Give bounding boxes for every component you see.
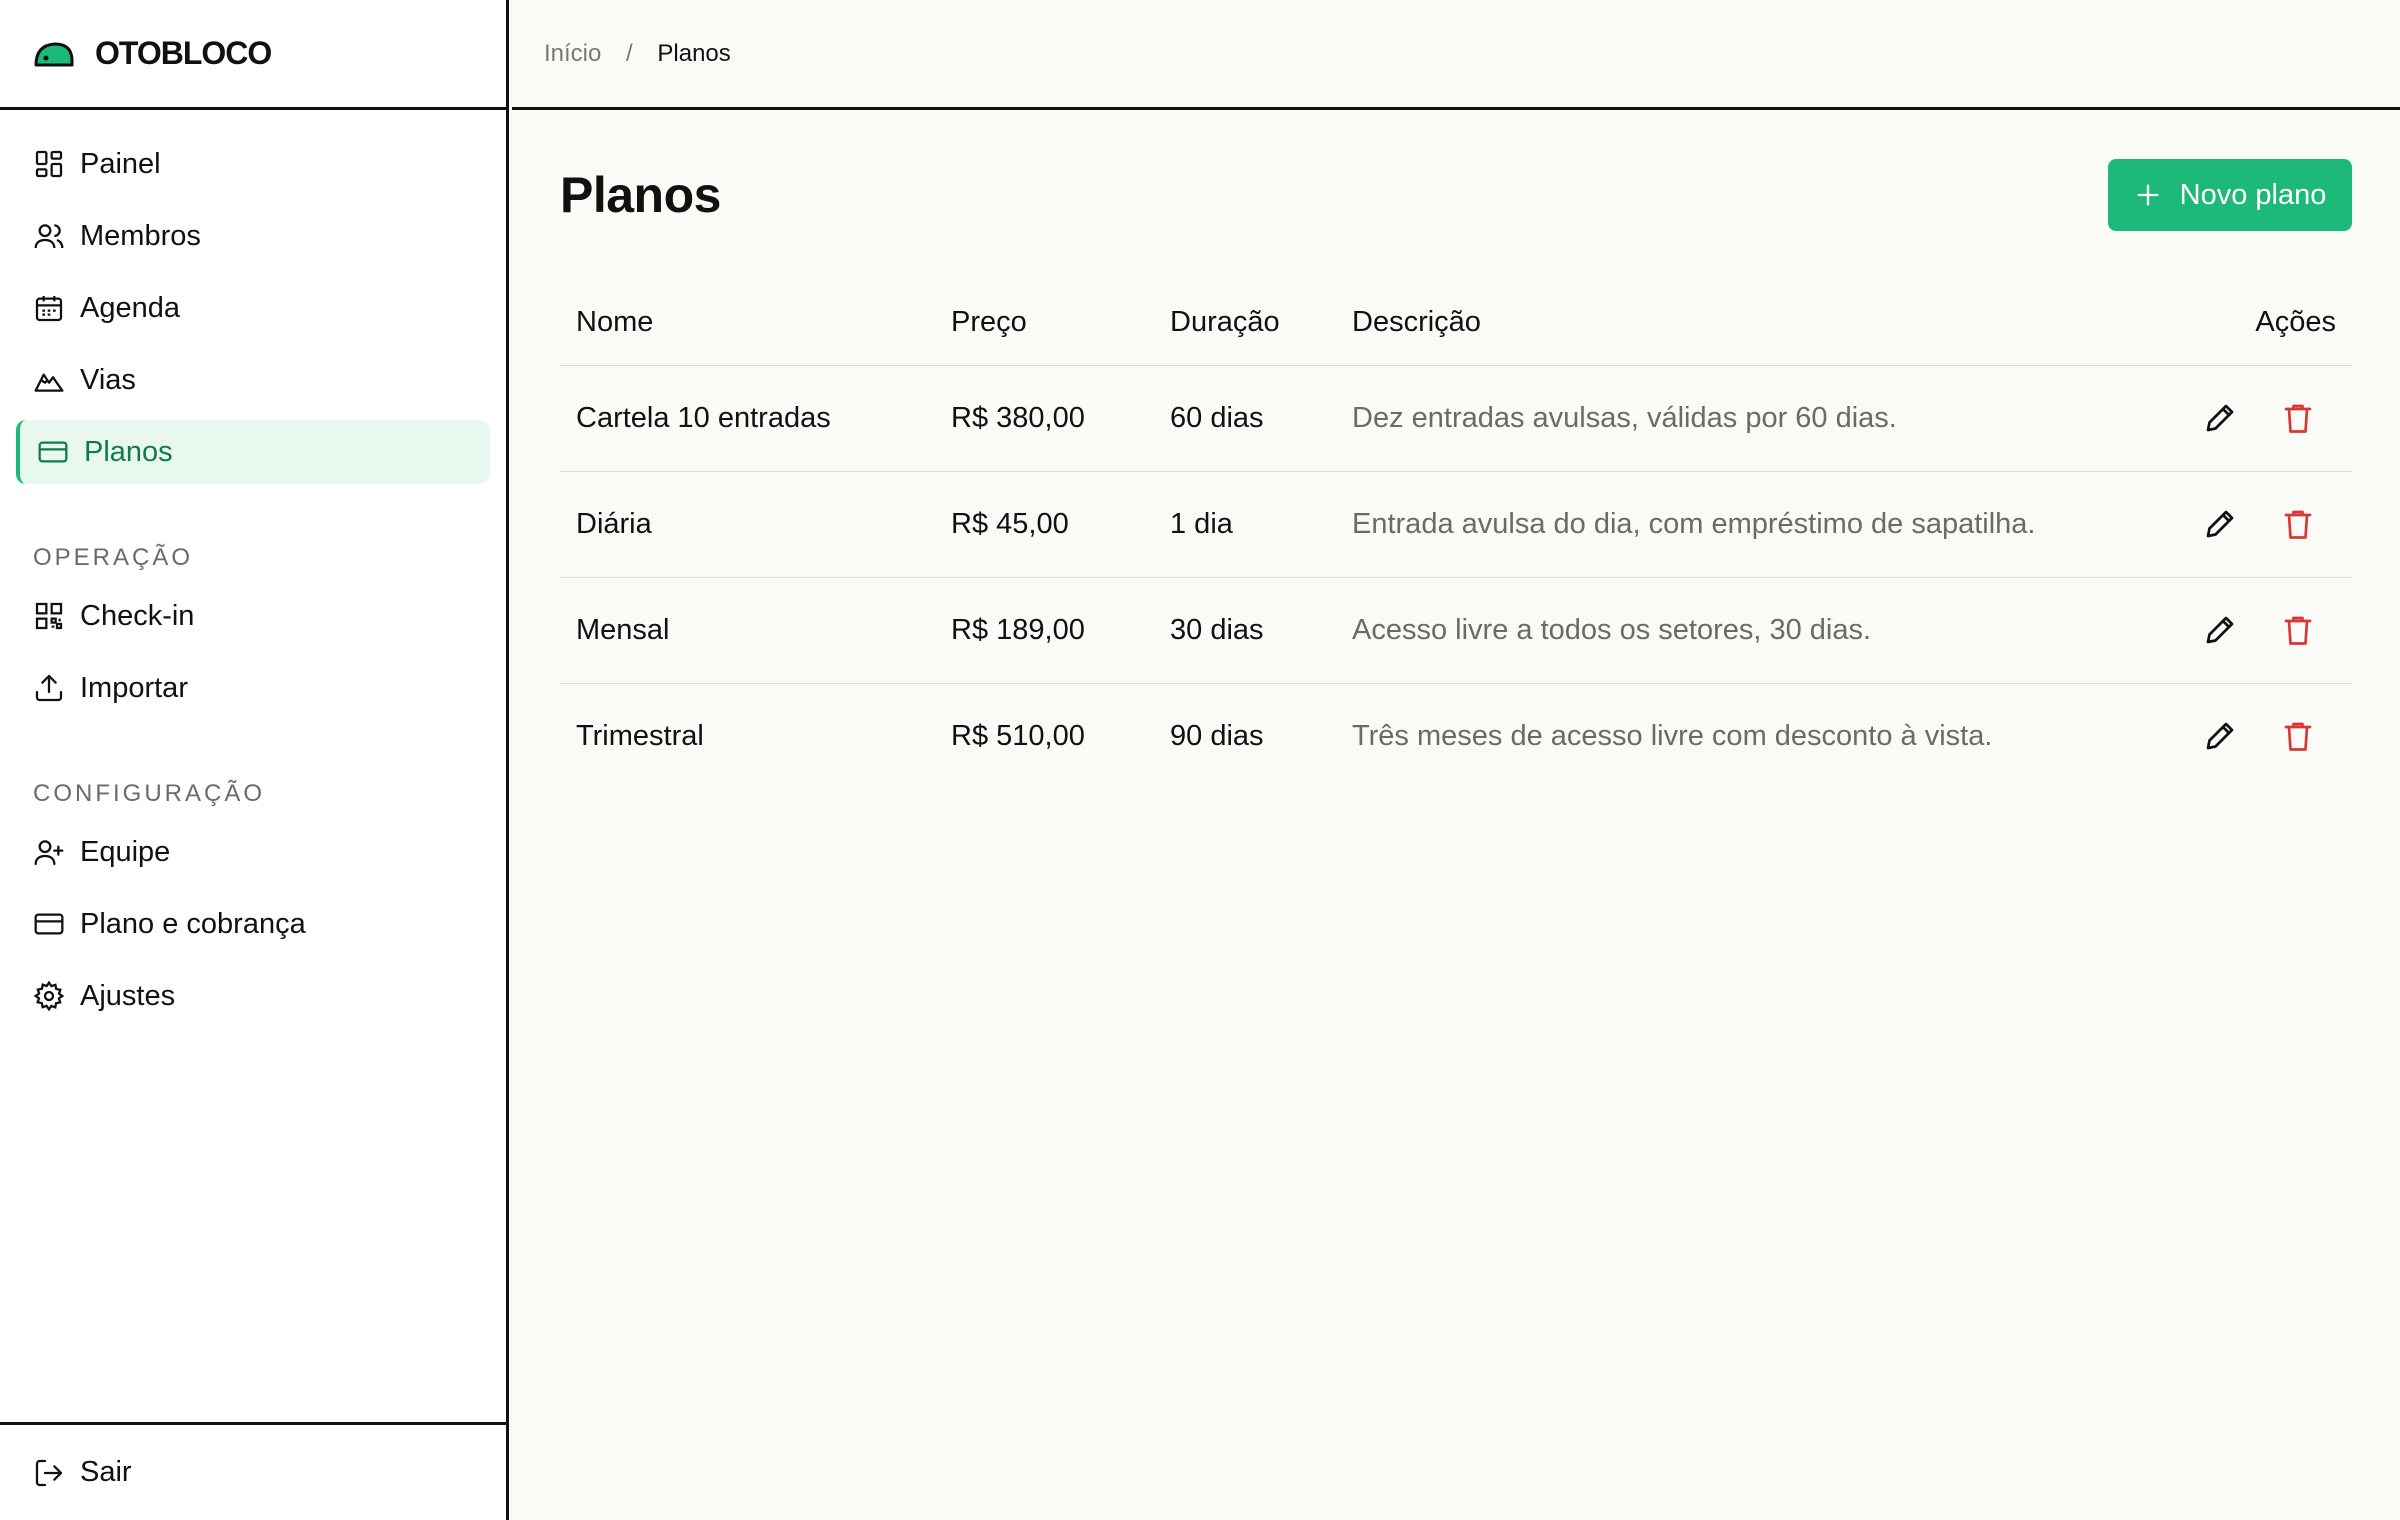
main-content: Planos Novo plano Nome Preço Duração Des…	[560, 110, 2352, 789]
section-label-operacao: OPERAÇÃO	[33, 544, 194, 571]
plan-name: Diária	[560, 471, 935, 578]
row-actions	[2170, 577, 2352, 684]
gear-icon	[33, 980, 65, 1012]
new-plan-button[interactable]: Novo plano	[2108, 159, 2352, 231]
column-header-name[interactable]: Nome	[560, 280, 935, 366]
plan-description: Acesso livre a todos os setores, 30 dias…	[1336, 577, 2170, 684]
sidebar-item-agenda[interactable]: Agenda	[16, 276, 490, 340]
sidebar-item-ajustes[interactable]: Ajustes	[16, 964, 490, 1028]
sidebar-item-label: Vias	[80, 363, 136, 396]
table-row[interactable]: Diária R$ 45,00 1 dia Entrada avulsa do dia…	[560, 471, 2352, 578]
page-header: Planos Novo plano	[560, 110, 2352, 280]
breadcrumb-separator: /	[626, 39, 633, 67]
sidebar-item-label: Planos	[84, 435, 173, 468]
edit-pencil-icon[interactable]	[2202, 718, 2238, 754]
sidebar-item-label: Agenda	[80, 291, 180, 324]
plan-name: Cartela 10 entradas	[560, 365, 935, 472]
table-header-row: Nome Preço Duração Descrição Ações	[560, 280, 2352, 366]
plan-description: Entrada avulsa do dia, com empréstimo de…	[1336, 471, 2170, 578]
plus-icon	[2137, 184, 2159, 206]
sidebar-item-label: Importar	[80, 671, 188, 704]
plan-price: R$ 45,00	[935, 471, 1154, 578]
card-icon	[34, 913, 64, 935]
column-header-price[interactable]: Preço	[935, 280, 1154, 366]
plan-name: Mensal	[560, 577, 935, 684]
plan-description: Dez entradas avulsas, válidas por 60 dia…	[1336, 365, 2170, 472]
sidebar-item-planos[interactable]: Planos	[16, 420, 490, 484]
calendar-icon	[35, 296, 63, 322]
breadcrumb-current: Planos	[657, 39, 731, 67]
sidebar-item-label: Painel	[80, 147, 161, 180]
plan-price: R$ 189,00	[935, 577, 1154, 684]
sidebar-item-painel[interactable]: Painel	[16, 132, 490, 196]
column-header-actions: Ações	[2170, 280, 2352, 366]
section-label-configuracao: CONFIGURAÇÃO	[33, 780, 266, 807]
sidebar-item-check-in[interactable]: Check-in	[16, 584, 490, 648]
sidebar-item-importar[interactable]: Importar	[16, 656, 490, 720]
plan-duration: 30 dias	[1154, 577, 1336, 684]
sidebar-item-label: Plano e cobrança	[80, 907, 306, 940]
edit-pencil-icon[interactable]	[2202, 400, 2238, 436]
page-title: Planos	[560, 167, 721, 223]
delete-trash-icon[interactable]	[2280, 718, 2316, 754]
plan-description: Três meses de acesso livre com desconto …	[1352, 719, 1993, 752]
delete-trash-icon[interactable]	[2280, 612, 2316, 648]
row-actions	[2170, 471, 2352, 578]
sidebar-item-label: Membros	[80, 219, 201, 252]
logo-icon	[34, 42, 74, 66]
breadcrumb: Início / Planos	[544, 40, 731, 68]
sidebar-item-vias[interactable]: Vias	[16, 348, 490, 412]
sidebar-item-label: Ajustes	[80, 979, 176, 1012]
main-nav: Painel Membros Agenda Vias Planos OPERAÇ…	[0, 110, 506, 1028]
column-header-duration[interactable]: Duração	[1154, 280, 1336, 366]
plan-duration: 1 dia	[1154, 471, 1336, 578]
sidebar-item-label: Equipe	[80, 835, 171, 868]
logout-button[interactable]: Sair	[0, 1422, 506, 1520]
plan-duration: 60 dias	[1154, 365, 1336, 472]
new-plan-label: Novo plano	[2179, 178, 2327, 211]
row-actions	[2170, 365, 2352, 472]
logout-label: Sair	[80, 1456, 132, 1488]
sidebar-item-membros[interactable]: Membros	[16, 204, 490, 268]
delete-trash-icon[interactable]	[2280, 400, 2316, 436]
table-row[interactable]: Cartela 10 entradas R$ 380,00 60 dias Dez e…	[560, 365, 2352, 472]
row-actions	[2170, 683, 2352, 789]
delete-trash-icon[interactable]	[2280, 506, 2316, 542]
upload-icon	[35, 674, 63, 702]
plans-table: Nome Preço Duração Descrição Ações Carte…	[560, 280, 2352, 789]
logout-icon	[35, 1459, 63, 1486]
sidebar: OTOBLOCO Painel Membros Agenda Vias Plan…	[0, 0, 509, 1520]
topbar: Início / Planos	[512, 0, 2400, 110]
dashboard-icon	[35, 150, 63, 178]
table-row[interactable]: Mensal R$ 189,00 30 dias Acesso livre a tod…	[560, 577, 2352, 684]
qr-icon	[35, 602, 63, 630]
brand[interactable]: OTOBLOCO	[0, 0, 506, 110]
plan-duration: 90 dias	[1170, 719, 1264, 752]
plan-price: R$ 510,00	[951, 719, 1085, 752]
column-header-description[interactable]: Descrição	[1336, 280, 2170, 366]
user-plus-icon	[34, 840, 64, 866]
sidebar-item-plano-e-cobranca[interactable]: Plano e cobrança	[16, 892, 490, 956]
sidebar-item-equipe[interactable]: Equipe	[16, 820, 490, 884]
table-row[interactable]: Trimestral R$ 510,00 90 dias Três meses de …	[560, 683, 2352, 789]
mountain-icon	[34, 373, 64, 392]
edit-pencil-icon[interactable]	[2202, 506, 2238, 542]
plan-price: R$ 380,00	[935, 365, 1154, 472]
plan-name: Trimestral	[576, 719, 704, 752]
brand-name: OTOBLOCO	[95, 35, 272, 71]
users-icon	[34, 224, 64, 249]
sidebar-item-label: Check-in	[80, 599, 195, 632]
edit-pencil-icon[interactable]	[2202, 612, 2238, 648]
breadcrumb-home[interactable]: Início	[544, 40, 601, 67]
card-icon	[38, 441, 68, 463]
